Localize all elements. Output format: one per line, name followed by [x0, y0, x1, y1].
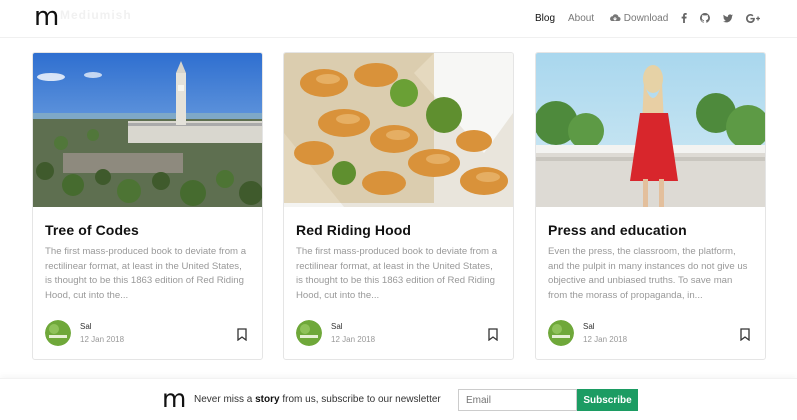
nav-download-label: Download — [623, 13, 669, 24]
post-date: 12 Jan 2018 — [80, 335, 125, 344]
nav-blog[interactable]: Blog — [535, 13, 555, 25]
twitter-link[interactable] — [723, 13, 733, 25]
github-link[interactable] — [700, 13, 710, 25]
avatar[interactable] — [296, 320, 322, 346]
post-thumbnail-ferry-building[interactable] — [33, 53, 262, 207]
post-card[interactable]: Press and education Even the press, the … — [535, 52, 766, 360]
top-navbar: m Mediumish Blog About Download — [0, 0, 797, 38]
newsletter-text-before: Never miss a — [194, 394, 256, 405]
footer-logo: m — [162, 384, 186, 413]
author-name[interactable]: Sal — [583, 322, 595, 331]
newsletter-text-bold: story — [255, 394, 280, 405]
subscribe-button[interactable]: Subscribe — [577, 389, 638, 411]
github-icon — [700, 13, 710, 23]
newsletter-bar: m Never miss a story from us, subscribe … — [0, 378, 797, 420]
newsletter-text-after: from us, subscribe to our newsletter — [279, 394, 441, 405]
facebook-link[interactable] — [681, 13, 687, 25]
site-logo[interactable]: m — [34, 4, 59, 30]
post-title[interactable]: Red Riding Hood — [296, 222, 411, 238]
facebook-icon — [681, 13, 687, 23]
post-excerpt: The first mass-produced book to deviate … — [45, 246, 247, 301]
post-date: 12 Jan 2018 — [583, 335, 628, 344]
post-thumbnail-woman-red-dress[interactable] — [536, 53, 765, 207]
post-card[interactable]: Tree of Codes The first mass-produced bo… — [32, 52, 263, 360]
bookmark-icon[interactable] — [488, 328, 498, 341]
twitter-icon — [723, 14, 733, 23]
newsletter-message: Never miss a story from us, subscribe to… — [194, 394, 441, 405]
post-excerpt: Even the press, the classroom, the platf… — [548, 246, 748, 301]
post-title[interactable]: Tree of Codes — [45, 222, 139, 238]
author-name[interactable]: Sal — [80, 322, 92, 331]
post-excerpt: The first mass-produced book to deviate … — [296, 246, 498, 301]
author-name[interactable]: Sal — [331, 322, 343, 331]
post-card[interactable]: Red Riding Hood The first mass-produced … — [283, 52, 514, 360]
nav-download[interactable]: Download — [609, 13, 668, 25]
post-date: 12 Jan 2018 — [331, 335, 376, 344]
google-plus-icon — [746, 14, 760, 23]
bookmark-icon[interactable] — [237, 328, 247, 341]
site-logo-ghost-text: Mediumish — [60, 8, 132, 22]
post-thumbnail-chicken-salad[interactable] — [284, 53, 513, 207]
bookmark-icon[interactable] — [740, 328, 750, 341]
nav-about[interactable]: About — [568, 13, 594, 25]
cloud-download-icon — [610, 14, 621, 21]
google-plus-link[interactable] — [746, 13, 760, 25]
post-title[interactable]: Press and education — [548, 222, 687, 238]
avatar[interactable] — [548, 320, 574, 346]
avatar[interactable] — [45, 320, 71, 346]
email-field[interactable] — [458, 389, 577, 411]
